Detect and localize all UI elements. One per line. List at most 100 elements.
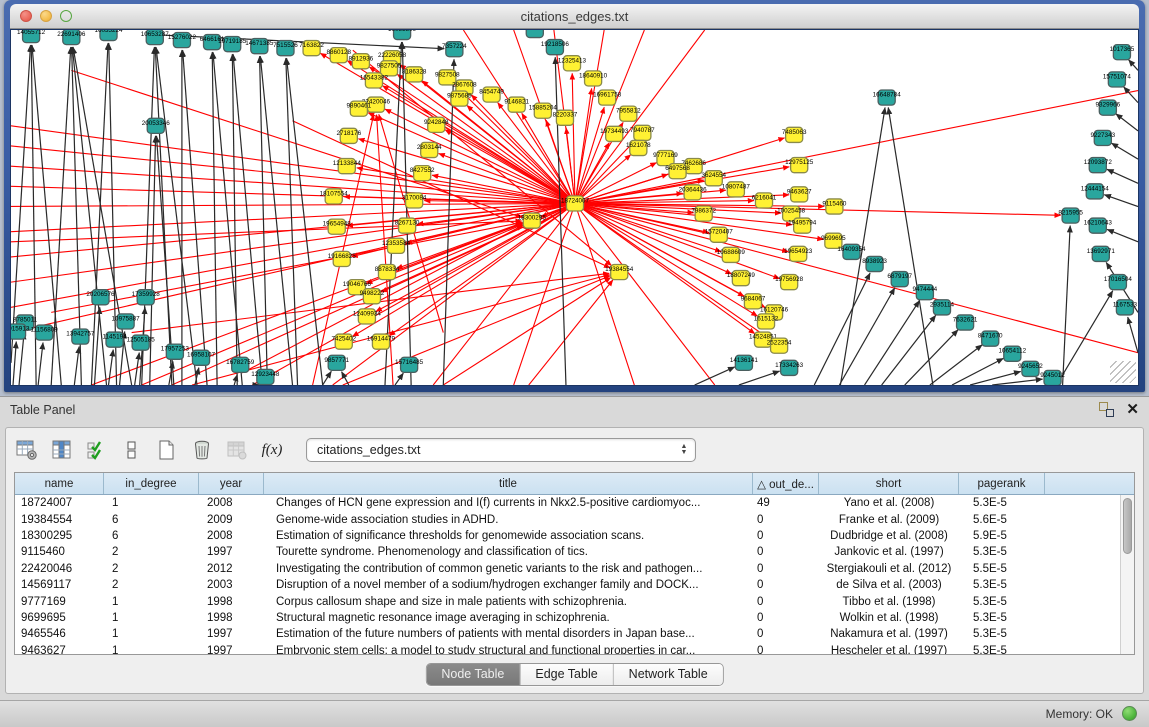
graph-edge xyxy=(575,203,1138,352)
float-panel-icon[interactable] xyxy=(1099,402,1114,417)
graph-node-label: 19734493 xyxy=(600,128,629,135)
table-row[interactable]: 969969511998Structural magnetic resonanc… xyxy=(15,610,1120,626)
graph-edge xyxy=(94,307,99,385)
table-settings-button[interactable] xyxy=(14,437,40,463)
graph-node-label: 12444154 xyxy=(1081,185,1110,192)
graph-node-label: 7986372 xyxy=(691,208,716,215)
graph-node-label: 8912936 xyxy=(349,55,374,62)
table-cell-in_degree: 6 xyxy=(104,528,199,544)
column-header-name[interactable]: name xyxy=(15,473,104,494)
table-row[interactable]: 911546021997Tourette syndrome. Phenomeno… xyxy=(15,544,1120,560)
graph-node-label: 16210643 xyxy=(1084,220,1113,227)
graph-edge xyxy=(1107,229,1138,241)
graph-node-label: 19384554 xyxy=(605,266,634,273)
table-body: 1872400712008Changes of HCN gene express… xyxy=(15,495,1120,654)
table-vertical-scrollbar[interactable] xyxy=(1120,495,1134,654)
table-cell-name: 9777169 xyxy=(15,593,104,609)
column-header-in_degree[interactable]: in_degree xyxy=(104,473,199,494)
table-cell-out_degree: 0 xyxy=(753,593,819,609)
table-row[interactable]: 1456911722003Disruption of a novel membe… xyxy=(15,577,1120,593)
column-header-year[interactable]: year xyxy=(199,473,264,494)
table-cell-out_degree: 0 xyxy=(753,528,819,544)
table-toolbar: f(x) citations_edges.txt ▲▼ xyxy=(14,432,696,468)
network-canvas[interactable]: 1872400771638228860128891293622226058982… xyxy=(10,29,1139,386)
table-cell-short: Jankovic et al. (1997) xyxy=(819,544,959,560)
table-cell-out_degree: 0 xyxy=(753,626,819,642)
graph-node-label: 7940787 xyxy=(630,127,655,134)
table-cell-out_degree: 0 xyxy=(753,561,819,577)
memory-status-indicator[interactable] xyxy=(1122,706,1137,721)
table-row[interactable]: 1938455462009Genome-wide association stu… xyxy=(15,511,1120,527)
column-header-out_degree[interactable]: △ out_de... xyxy=(753,473,819,494)
close-panel-icon[interactable]: ✕ xyxy=(1126,402,1139,417)
graph-node-label: 18640910 xyxy=(579,72,608,79)
table-row[interactable]: 946362711997Embryonic stem cells: a mode… xyxy=(15,643,1120,654)
graph-edge xyxy=(11,203,575,231)
function-builder-button[interactable]: f(x) xyxy=(259,437,285,463)
column-header-pagerank[interactable]: pagerank xyxy=(959,473,1045,494)
table-cell-short: Franke et al. (2009) xyxy=(819,511,959,527)
window-titlebar[interactable]: citations_edges.txt xyxy=(10,4,1139,29)
table-row[interactable]: 946554611997Estimation of the future num… xyxy=(15,626,1120,642)
graph-edge xyxy=(529,280,613,385)
graph-edge xyxy=(443,277,610,385)
table-cell-out_degree: 0 xyxy=(753,544,819,560)
graph-edge xyxy=(38,343,43,385)
dropdown-stepper-icon: ▲▼ xyxy=(677,444,695,456)
graph-node-label: 16543382 xyxy=(360,74,389,81)
graph-node-label: 2803144 xyxy=(417,144,442,151)
table-cell-in_degree: 1 xyxy=(104,626,199,642)
graph-node-label: 6497568 xyxy=(665,165,690,172)
tab-node-table[interactable]: Node Table xyxy=(426,664,520,685)
table-cell-out_degree: 0 xyxy=(753,511,819,527)
memory-status-label: Memory: OK xyxy=(1046,707,1113,721)
table-cell-in_degree: 1 xyxy=(104,610,199,626)
create-table-button[interactable] xyxy=(154,437,180,463)
row-mode-button[interactable] xyxy=(119,437,145,463)
delete-table-button[interactable] xyxy=(189,437,215,463)
column-header-title[interactable]: title xyxy=(264,473,753,494)
table-cell-title: Genome-wide association studies in ADHD. xyxy=(264,511,753,527)
graph-edge xyxy=(1129,60,1138,71)
show-columns-button[interactable] xyxy=(49,437,75,463)
table-row[interactable]: 2242004622012Investigating the contribut… xyxy=(15,561,1120,577)
table-cell-name: 18724007 xyxy=(15,495,104,511)
table-cell-year: 1997 xyxy=(199,626,264,642)
graph-node-label: 19046766 xyxy=(343,281,372,288)
table-row[interactable]: 1872400712008Changes of HCN gene express… xyxy=(15,495,1120,511)
graph-node-label: 12133844 xyxy=(333,160,362,167)
table-row[interactable]: 977716911998Corpus callosum shape and si… xyxy=(15,593,1120,609)
graph-node-label: 22226058 xyxy=(378,52,407,59)
graph-node-label: 9498222 xyxy=(360,290,385,297)
graph-node-label: 8186328 xyxy=(402,68,427,75)
graph-node-label: 3624554 xyxy=(701,172,726,179)
graph-node-label: 17334263 xyxy=(775,362,804,369)
graph-node-label: 6879197 xyxy=(887,273,912,280)
graph-node-label: 19495794 xyxy=(788,220,817,227)
column-header-short[interactable]: short xyxy=(819,473,959,494)
graph-node-label: 9329966 xyxy=(1096,102,1121,109)
table-cell-in_degree: 2 xyxy=(104,577,199,593)
graph-node-label: 16782759 xyxy=(226,359,255,366)
table-cell-name: 22420046 xyxy=(15,561,104,577)
graph-node-label: 13942757 xyxy=(66,331,95,338)
scrollbar-thumb[interactable] xyxy=(1123,498,1132,554)
graph-node-label: 17359928 xyxy=(132,291,161,298)
close-window-button[interactable] xyxy=(20,10,32,22)
table-cell-pagerank: 5.3E-5 xyxy=(959,626,1045,642)
import-table-button[interactable] xyxy=(224,437,250,463)
graph-edge xyxy=(11,166,575,203)
tab-network-table[interactable]: Network Table xyxy=(614,664,723,685)
window-resize-grip[interactable] xyxy=(1110,361,1136,383)
graph-edge xyxy=(1128,317,1138,353)
minimize-window-button[interactable] xyxy=(40,10,52,22)
graph-node-label: 8267130 xyxy=(395,220,420,227)
table-selector-dropdown[interactable]: citations_edges.txt ▲▼ xyxy=(306,438,696,462)
tab-edge-table[interactable]: Edge Table xyxy=(520,664,613,685)
zoom-window-button[interactable] xyxy=(60,10,72,22)
table-row[interactable]: 1830029562008Estimation of significance … xyxy=(15,528,1120,544)
graph-node[interactable] xyxy=(526,30,543,38)
select-all-button[interactable] xyxy=(84,437,110,463)
graph-node-label: 3915913 xyxy=(11,326,30,333)
graph-node-label: 12093872 xyxy=(1084,159,1113,166)
